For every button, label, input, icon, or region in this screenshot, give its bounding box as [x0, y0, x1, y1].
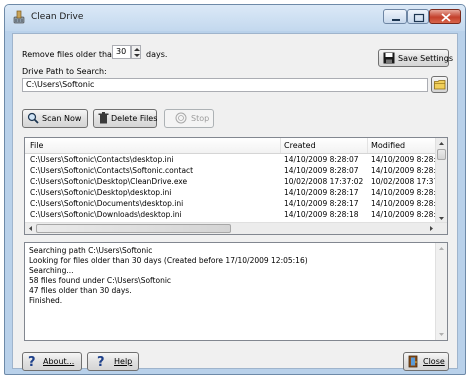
- log-output[interactable]: Searching path C:\Users\Softonic Looking…: [24, 242, 448, 341]
- scroll-up-arrow-icon[interactable]: [436, 244, 447, 253]
- close-window-button[interactable]: [429, 9, 461, 24]
- log-line: 58 files found under C:\Users\Softonic: [29, 276, 172, 285]
- file-list-header: File Created Modified: [25, 138, 437, 154]
- file-list[interactable]: File Created Modified C:\Users\Softonic\…: [24, 137, 448, 235]
- log-vertical-scrollbar[interactable]: [435, 243, 447, 340]
- file-path-cell: C:\Users\Softonic\Documents\desktop.ini: [30, 199, 184, 208]
- question-mark-icon: ?: [97, 355, 105, 368]
- help-button[interactable]: ? Help: [87, 352, 139, 371]
- about-button[interactable]: ? About...: [22, 352, 82, 371]
- created-cell: 14/10/2009 8:28:07: [284, 166, 359, 175]
- svg-text:?: ?: [28, 355, 36, 368]
- file-path-cell: C:\Users\Softonic\Contacts\desktop.ini: [30, 155, 174, 164]
- days-spinner[interactable]: [131, 45, 141, 59]
- remove-files-label: Remove files older than: [22, 50, 118, 59]
- column-divider[interactable]: [367, 138, 368, 153]
- log-line: Looking for files older than 30 days (Cr…: [29, 256, 308, 265]
- floppy-disk-icon: [383, 52, 395, 64]
- title-bar[interactable]: Clean Drive: [5, 5, 465, 31]
- spinner-arrows-icon: [134, 48, 140, 57]
- close-icon: [441, 13, 451, 22]
- table-row[interactable]: C:\Users\Softonic\Contacts\desktop.ini 1…: [25, 155, 446, 166]
- column-divider[interactable]: [280, 138, 281, 153]
- log-line: Finished.: [29, 296, 63, 305]
- scan-now-button[interactable]: Scan Now: [22, 109, 88, 128]
- file-path-cell: C:\Users\Softonic\Desktop\desktop.ini: [30, 188, 172, 197]
- save-settings-label: Save Settings: [398, 54, 453, 63]
- delete-files-button[interactable]: Delete Files: [93, 109, 157, 128]
- help-label: Help: [114, 357, 133, 366]
- window-title: Clean Drive: [31, 12, 84, 22]
- table-row[interactable]: C:\Users\Softonic\Documents\desktop.ini …: [25, 199, 446, 210]
- file-path-cell: C:\Users\Softonic\Downloads\desktop.ini: [30, 210, 182, 219]
- svg-text:?: ?: [97, 355, 105, 368]
- file-list-vertical-scrollbar[interactable]: [435, 138, 447, 224]
- scroll-down-arrow-icon[interactable]: [436, 330, 447, 339]
- created-cell: 14/10/2009 8:28:17: [284, 188, 359, 197]
- stop-sign-icon: [175, 112, 187, 124]
- exit-door-icon: [408, 355, 418, 368]
- created-cell: 14/10/2009 8:28:07: [284, 155, 359, 164]
- table-row[interactable]: C:\Users\Softonic\Downloads\desktop.ini …: [25, 210, 446, 221]
- maximize-icon: [413, 13, 425, 23]
- scroll-left-arrow-icon[interactable]: [26, 223, 36, 234]
- close-label: Close: [423, 357, 445, 366]
- file-path-cell: C:\Users\Softonic\Contacts\Softonic.cont…: [30, 166, 194, 175]
- column-header-file[interactable]: File: [30, 141, 43, 150]
- browse-folder-button[interactable]: [431, 76, 448, 93]
- trash-bin-icon: [98, 112, 109, 124]
- maximize-button[interactable]: [407, 9, 429, 24]
- column-header-modified[interactable]: Modified: [371, 141, 405, 150]
- client-area: Remove files older than 30 days. Save Se…: [12, 33, 458, 371]
- days-label: days.: [146, 50, 168, 59]
- magnifier-icon: [27, 112, 39, 124]
- created-cell: 10/02/2008 17:37:02: [284, 177, 364, 186]
- drive-path-label: Drive Path to Search:: [22, 67, 107, 76]
- scroll-right-arrow-icon[interactable]: [426, 223, 436, 234]
- log-line: Searching path C:\Users\Softonic: [29, 246, 153, 255]
- file-path-cell: C:\Users\Softonic\Desktop\CleanDrive.exe: [30, 177, 188, 186]
- about-label: About...: [43, 357, 75, 366]
- minimize-icon: [392, 19, 400, 21]
- scroll-up-arrow-icon[interactable]: [436, 139, 447, 148]
- file-list-horizontal-scrollbar[interactable]: [25, 222, 447, 234]
- column-header-created[interactable]: Created: [284, 141, 316, 150]
- app-broom-icon: [13, 10, 25, 24]
- stop-label: Stop: [191, 114, 210, 123]
- log-line: Searching...: [29, 266, 74, 275]
- minimize-button[interactable]: [383, 9, 407, 24]
- drive-path-input[interactable]: C:\Users\Softonic: [22, 78, 428, 92]
- vertical-scroll-thumb[interactable]: [437, 149, 446, 160]
- created-cell: 14/10/2009 8:28:18: [284, 210, 359, 219]
- log-line: 47 files older than 30 days.: [29, 286, 132, 295]
- table-row[interactable]: C:\Users\Softonic\Contacts\Softonic.cont…: [25, 166, 446, 177]
- table-row[interactable]: C:\Users\Softonic\Desktop\desktop.ini 14…: [25, 188, 446, 199]
- scan-now-label: Scan Now: [42, 114, 82, 123]
- folder-icon: [434, 80, 446, 90]
- delete-files-label: Delete Files: [111, 114, 158, 123]
- stop-button[interactable]: Stop: [164, 109, 214, 128]
- created-cell: 14/10/2009 8:28:17: [284, 199, 359, 208]
- table-row[interactable]: C:\Users\Softonic\Desktop\CleanDrive.exe…: [25, 177, 447, 188]
- question-mark-icon: ?: [28, 355, 36, 368]
- save-settings-button[interactable]: Save Settings: [378, 49, 453, 67]
- horizontal-scroll-thumb[interactable]: [36, 224, 231, 233]
- main-window: Clean Drive Remove files older than 30 d…: [4, 4, 466, 375]
- close-button[interactable]: Close: [403, 352, 449, 371]
- days-input[interactable]: 30: [112, 45, 131, 59]
